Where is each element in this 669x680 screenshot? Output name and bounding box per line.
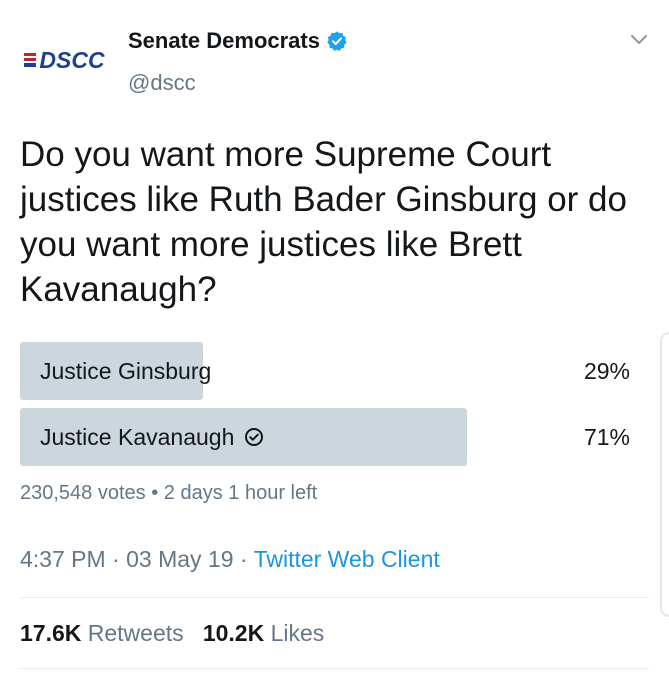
meta-dot: · — [112, 546, 120, 572]
divider — [20, 597, 649, 598]
meta-dot: · — [239, 546, 248, 572]
tweet-time[interactable]: 4:37 PM — [20, 546, 106, 572]
verified-badge-icon — [327, 31, 347, 51]
poll-separator: • — [151, 482, 159, 504]
display-name-text: Senate Democrats — [128, 28, 320, 53]
check-circle-icon — [245, 428, 264, 446]
poll-option-text: Justice Kavanaugh — [40, 423, 235, 450]
poll-option-kavanaugh: Justice Kavanaugh 71% — [20, 408, 630, 466]
likes-stat[interactable]: 10.2K Likes — [203, 620, 324, 646]
tweet-source-link[interactable]: Twitter Web Client — [254, 546, 440, 572]
engagement-stats: 17.6K Retweets 10.2K Likes — [20, 620, 324, 647]
poll-option-text: Justice Ginsburg — [40, 357, 212, 384]
poll-time-left: 2 days 1 hour left — [163, 482, 318, 504]
poll-option-ginsburg: Justice Ginsburg 29% — [20, 342, 630, 400]
tweet-date[interactable]: 03 May 19 — [126, 546, 233, 572]
avatar[interactable]: DSCC — [18, 20, 110, 100]
likes-label: Likes — [270, 620, 325, 646]
retweets-count: 17.6K — [20, 620, 82, 646]
divider — [20, 668, 649, 669]
tweet-timestamp: 4:37 PM · 03 May 19 · Twitter Web Client — [20, 546, 440, 573]
dscc-logo: DSCC — [23, 46, 105, 74]
poll-votes: 230,548 votes — [20, 482, 146, 504]
account-handle[interactable]: @dscc — [128, 70, 196, 96]
tweet-text: Do you want more Supreme Court justices … — [20, 135, 627, 309]
retweets-stat[interactable]: 17.6K Retweets — [20, 620, 190, 646]
poll-option-percent: 29% — [583, 357, 630, 384]
retweets-label: Retweets — [87, 620, 184, 646]
display-name[interactable]: Senate Democrats — [128, 28, 348, 54]
poll-meta: 230,548 votes • 2 days 1 hour left — [20, 482, 317, 505]
logo-text: DSCC — [39, 46, 105, 73]
poll-option-label: Justice Kavanaugh — [40, 408, 264, 466]
likes-count: 10.2K — [202, 620, 265, 646]
poll-option-percent: 71% — [583, 423, 630, 450]
capitol-icon — [24, 53, 37, 67]
chevron-down-icon[interactable] — [630, 34, 648, 46]
scroll-edge — [660, 332, 669, 617]
poll-option-label: Justice Ginsburg — [40, 342, 211, 400]
